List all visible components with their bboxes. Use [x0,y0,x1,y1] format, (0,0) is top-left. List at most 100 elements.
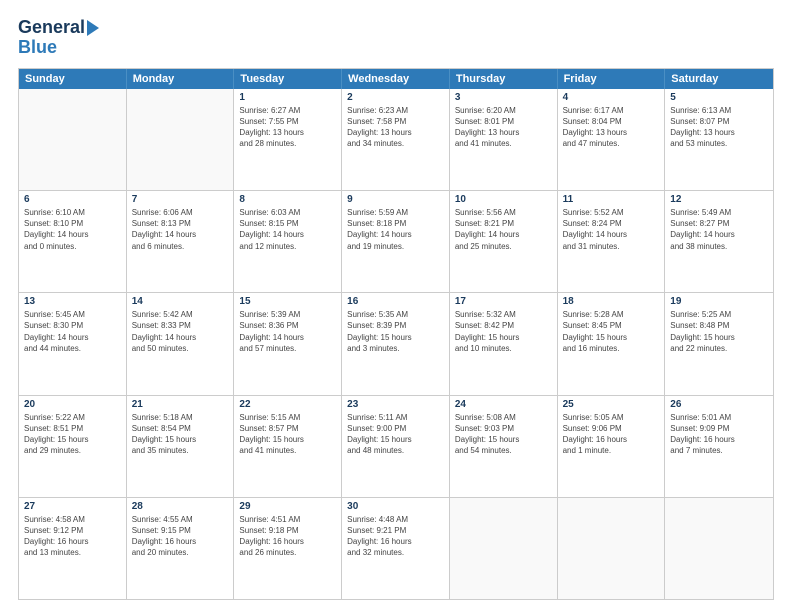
day-cell-17: 17 Sunrise: 5:32 AM Sunset: 8:42 PM Dayli… [450,293,558,394]
day-cell-22: 22 Sunrise: 5:15 AM Sunset: 8:57 PM Dayli… [234,396,342,497]
day-number: 2 [347,92,444,103]
day-info: Sunrise: 6:23 AM Sunset: 7:58 PM Dayligh… [347,105,444,150]
day-cell-19: 19 Sunrise: 5:25 AM Sunset: 8:48 PM Dayli… [665,293,773,394]
week-row-2: 6Sunrise: 6:10 AM Sunset: 8:10 PM Daylig… [19,191,773,293]
day-info: Sunrise: 5:15 AM Sunset: 8:57 PM Dayligh… [239,412,336,457]
day-info: Sunrise: 6:10 AM Sunset: 8:10 PM Dayligh… [24,207,121,252]
day-info: Sunrise: 4:51 AM Sunset: 9:18 PM Dayligh… [239,514,336,559]
day-info: Sunrise: 5:52 AM Sunset: 8:24 PM Dayligh… [563,207,660,252]
day-info: Sunrise: 4:58 AM Sunset: 9:12 PM Dayligh… [24,514,121,559]
day-cell-25: 25 Sunrise: 5:05 AM Sunset: 9:06 PM Dayli… [558,396,666,497]
day-info: Sunrise: 5:35 AM Sunset: 8:39 PM Dayligh… [347,309,444,354]
day-cell-1: 1 Sunrise: 6:27 AM Sunset: 7:55 PM Daylig… [234,89,342,190]
day-number: 9 [347,194,444,205]
day-number: 29 [239,501,336,512]
day-info: Sunrise: 5:05 AM Sunset: 9:06 PM Dayligh… [563,412,660,457]
day-info: Sunrise: 5:22 AM Sunset: 8:51 PM Dayligh… [24,412,121,457]
day-number: 30 [347,501,444,512]
day-info: Sunrise: 5:01 AM Sunset: 9:09 PM Dayligh… [670,412,768,457]
day-number: 15 [239,296,336,307]
day-cell-10: 10 Sunrise: 5:56 AM Sunset: 8:21 PM Dayli… [450,191,558,292]
calendar: SundayMondayTuesdayWednesdayThursdayFrid… [18,68,774,600]
day-number: 24 [455,399,552,410]
day-info: Sunrise: 5:49 AM Sunset: 8:27 PM Dayligh… [670,207,768,252]
day-cell-11: 11 Sunrise: 5:52 AM Sunset: 8:24 PM Dayli… [558,191,666,292]
day-info: Sunrise: 5:42 AM Sunset: 8:33 PM Dayligh… [132,309,229,354]
day-info: Sunrise: 5:45 AM Sunset: 8:30 PM Dayligh… [24,309,121,354]
day-cell-15: 15 Sunrise: 5:39 AM Sunset: 8:36 PM Dayli… [234,293,342,394]
day-info: Sunrise: 4:55 AM Sunset: 9:15 PM Dayligh… [132,514,229,559]
day-cell-8: 8 Sunrise: 6:03 AM Sunset: 8:15 PM Daylig… [234,191,342,292]
empty-cell [450,498,558,599]
day-cell-28: 28 Sunrise: 4:55 AM Sunset: 9:15 PM Dayli… [127,498,235,599]
day-number: 16 [347,296,444,307]
header-day-thursday: Thursday [450,69,558,89]
day-cell-18: 18 Sunrise: 5:28 AM Sunset: 8:45 PM Dayli… [558,293,666,394]
day-number: 20 [24,399,121,410]
header-day-monday: Monday [127,69,235,89]
header-day-sunday: Sunday [19,69,127,89]
day-number: 13 [24,296,121,307]
header-day-friday: Friday [558,69,666,89]
day-number: 3 [455,92,552,103]
day-cell-6: 6Sunrise: 6:10 AM Sunset: 8:10 PM Daylig… [19,191,127,292]
day-cell-13: 13 Sunrise: 5:45 AM Sunset: 8:30 PM Dayli… [19,293,127,394]
week-row-1: 1 Sunrise: 6:27 AM Sunset: 7:55 PM Daylig… [19,89,773,191]
day-number: 28 [132,501,229,512]
day-number: 22 [239,399,336,410]
day-cell-30: 30 Sunrise: 4:48 AM Sunset: 9:21 PM Dayli… [342,498,450,599]
day-number: 19 [670,296,768,307]
day-info: Sunrise: 5:39 AM Sunset: 8:36 PM Dayligh… [239,309,336,354]
calendar-header: SundayMondayTuesdayWednesdayThursdayFrid… [19,69,773,89]
day-cell-27: 27Sunrise: 4:58 AM Sunset: 9:12 PM Dayli… [19,498,127,599]
day-cell-24: 24 Sunrise: 5:08 AM Sunset: 9:03 PM Dayli… [450,396,558,497]
logo-line2: Blue [18,38,57,58]
day-info: Sunrise: 5:11 AM Sunset: 9:00 PM Dayligh… [347,412,444,457]
day-number: 10 [455,194,552,205]
day-number: 8 [239,194,336,205]
day-info: Sunrise: 6:20 AM Sunset: 8:01 PM Dayligh… [455,105,552,150]
day-cell-16: 16 Sunrise: 5:35 AM Sunset: 8:39 PM Dayli… [342,293,450,394]
day-info: Sunrise: 5:56 AM Sunset: 8:21 PM Dayligh… [455,207,552,252]
day-number: 14 [132,296,229,307]
day-cell-12: 12 Sunrise: 5:49 AM Sunset: 8:27 PM Dayli… [665,191,773,292]
day-info: Sunrise: 6:27 AM Sunset: 7:55 PM Dayligh… [239,105,336,150]
day-cell-7: 7 Sunrise: 6:06 AM Sunset: 8:13 PM Daylig… [127,191,235,292]
day-cell-29: 29 Sunrise: 4:51 AM Sunset: 9:18 PM Dayli… [234,498,342,599]
day-info: Sunrise: 6:17 AM Sunset: 8:04 PM Dayligh… [563,105,660,150]
calendar-body: 1 Sunrise: 6:27 AM Sunset: 7:55 PM Daylig… [19,89,773,599]
day-number: 11 [563,194,660,205]
logo-arrow-icon [87,20,99,36]
day-number: 18 [563,296,660,307]
day-number: 12 [670,194,768,205]
logo-text-general: General [18,18,85,38]
day-cell-4: 4Sunrise: 6:17 AM Sunset: 8:04 PM Daylig… [558,89,666,190]
day-info: Sunrise: 5:25 AM Sunset: 8:48 PM Dayligh… [670,309,768,354]
logo-line1: General [18,18,99,38]
day-cell-3: 3 Sunrise: 6:20 AM Sunset: 8:01 PM Daylig… [450,89,558,190]
day-info: Sunrise: 6:13 AM Sunset: 8:07 PM Dayligh… [670,105,768,150]
day-cell-2: 2 Sunrise: 6:23 AM Sunset: 7:58 PM Daylig… [342,89,450,190]
day-cell-14: 14 Sunrise: 5:42 AM Sunset: 8:33 PM Dayli… [127,293,235,394]
day-info: Sunrise: 6:03 AM Sunset: 8:15 PM Dayligh… [239,207,336,252]
day-info: Sunrise: 4:48 AM Sunset: 9:21 PM Dayligh… [347,514,444,559]
empty-cell [558,498,666,599]
day-info: Sunrise: 5:32 AM Sunset: 8:42 PM Dayligh… [455,309,552,354]
day-number: 26 [670,399,768,410]
day-number: 7 [132,194,229,205]
header-day-tuesday: Tuesday [234,69,342,89]
week-row-5: 27Sunrise: 4:58 AM Sunset: 9:12 PM Dayli… [19,498,773,599]
day-info: Sunrise: 5:28 AM Sunset: 8:45 PM Dayligh… [563,309,660,354]
day-number: 17 [455,296,552,307]
day-info: Sunrise: 6:06 AM Sunset: 8:13 PM Dayligh… [132,207,229,252]
day-info: Sunrise: 5:18 AM Sunset: 8:54 PM Dayligh… [132,412,229,457]
week-row-3: 13 Sunrise: 5:45 AM Sunset: 8:30 PM Dayli… [19,293,773,395]
empty-cell [665,498,773,599]
day-number: 25 [563,399,660,410]
empty-cell [127,89,235,190]
day-info: Sunrise: 5:08 AM Sunset: 9:03 PM Dayligh… [455,412,552,457]
day-cell-23: 23Sunrise: 5:11 AM Sunset: 9:00 PM Dayli… [342,396,450,497]
logo-text-blue: Blue [18,37,57,57]
day-number: 1 [239,92,336,103]
day-cell-21: 21Sunrise: 5:18 AM Sunset: 8:54 PM Dayli… [127,396,235,497]
